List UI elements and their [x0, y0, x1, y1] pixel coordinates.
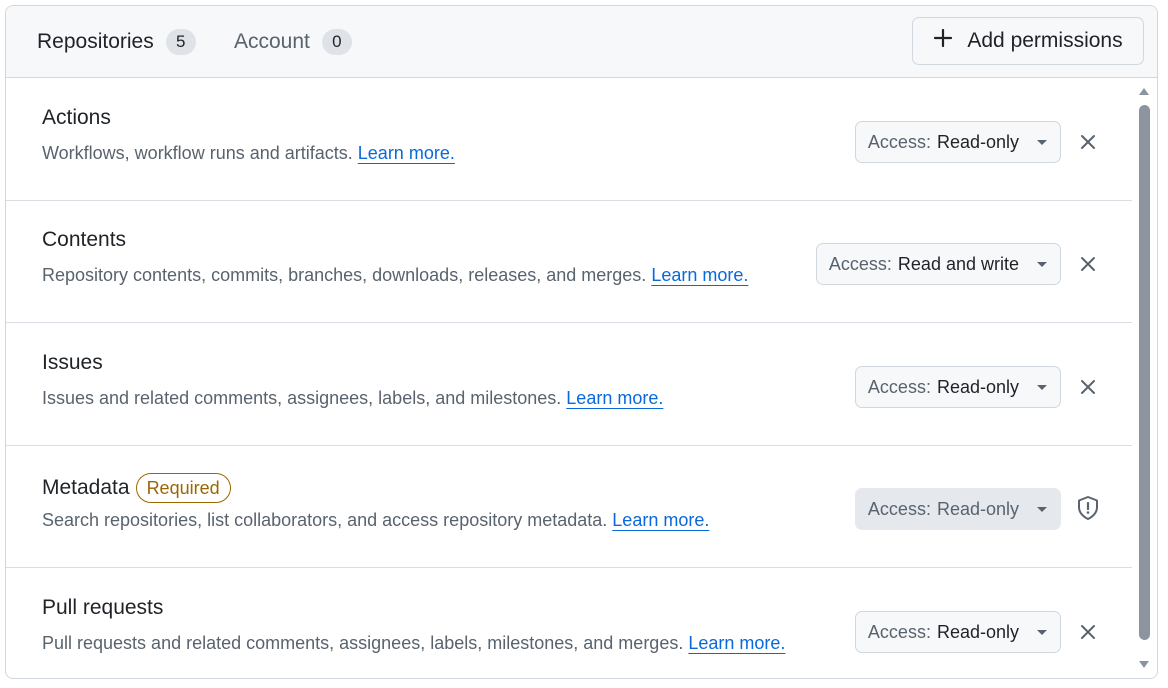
access-dropdown-disabled: Access: Read-only — [854, 488, 1061, 530]
add-permissions-button[interactable]: Add permissions — [912, 17, 1144, 65]
access-value: Read-only — [936, 131, 1019, 152]
access-label: Access: — [867, 131, 931, 152]
tab-counter: 5 — [165, 29, 196, 55]
access-dropdown[interactable]: Access: Read-only — [854, 611, 1061, 653]
remove-permission-button[interactable] — [1076, 620, 1100, 644]
permission-description: Repository contents, commits, branches, … — [42, 265, 748, 286]
permission-row-metadata: Metadata Required Search repositories, l… — [6, 445, 1134, 568]
permission-title-text: Issues — [42, 351, 103, 374]
panel-header: Repositories 5 Account 0 Add permissions — [6, 6, 1157, 78]
access-label: Access: — [828, 253, 892, 274]
access-label: Access: — [867, 376, 931, 397]
permission-description-text: Pull requests and related comments, assi… — [42, 633, 684, 653]
shield-icon — [1075, 495, 1101, 521]
permission-title: Contents — [42, 228, 126, 252]
learn-more-link[interactable]: Learn more. — [358, 143, 455, 163]
access-dropdown[interactable]: Access: Read-only — [854, 366, 1061, 408]
learn-more-link[interactable]: Learn more. — [612, 510, 709, 530]
close-icon — [1081, 380, 1095, 394]
permission-description: Issues and related comments, assignees, … — [42, 388, 663, 409]
access-value: Read-only — [936, 376, 1019, 397]
learn-more-link[interactable]: Learn more. — [688, 633, 785, 653]
caret-down-icon — [1037, 506, 1047, 512]
permission-title: Actions — [42, 106, 111, 130]
permission-title: Pull requests — [42, 596, 163, 620]
scroll-down-arrow-icon[interactable] — [1139, 661, 1149, 668]
permission-row-pull-requests: Pull requests Pull requests and related … — [6, 568, 1134, 678]
close-icon — [1081, 625, 1095, 639]
permission-title-text: Metadata — [42, 476, 130, 499]
remove-permission-button[interactable] — [1076, 375, 1100, 399]
access-value: Read-only — [936, 621, 1019, 642]
permission-title: Metadata Required — [42, 473, 231, 503]
vertical-scrollbar[interactable] — [1132, 78, 1157, 678]
permission-description: Pull requests and related comments, assi… — [42, 633, 785, 654]
access-dropdown[interactable]: Access: Read and write — [815, 243, 1061, 285]
scroll-up-arrow-icon[interactable] — [1139, 88, 1149, 95]
permission-description-text: Issues and related comments, assignees, … — [42, 388, 562, 408]
permission-title-text: Pull requests — [42, 596, 164, 619]
tab-account[interactable]: Account 0 — [234, 27, 352, 57]
learn-more-link[interactable]: Learn more. — [566, 388, 663, 408]
close-icon — [1081, 135, 1095, 149]
permission-title: Issues — [42, 351, 103, 375]
caret-down-icon — [1037, 629, 1047, 635]
permissions-panel: Repositories 5 Account 0 Add permissions… — [5, 5, 1158, 679]
learn-more-link[interactable]: Learn more. — [651, 265, 748, 285]
access-value: Read and write — [897, 253, 1019, 274]
tab-label: Account — [234, 30, 310, 53]
caret-down-icon — [1037, 261, 1047, 267]
required-badge: Required — [135, 473, 231, 503]
tab-repositories[interactable]: Repositories 5 — [37, 27, 196, 57]
permission-description: Workflows, workflow runs and artifacts. … — [42, 143, 455, 164]
caret-down-icon — [1037, 139, 1047, 145]
permission-description-text: Search repositories, list collaborators,… — [42, 510, 608, 530]
permission-description: Search repositories, list collaborators,… — [42, 510, 709, 531]
permission-description-text: Workflows, workflow runs and artifacts. — [42, 143, 353, 163]
permission-row-contents: Contents Repository contents, commits, b… — [6, 200, 1134, 323]
tab-counter: 0 — [321, 29, 352, 55]
permission-row-issues: Issues Issues and related comments, assi… — [6, 323, 1134, 446]
tab-label: Repositories — [37, 30, 154, 53]
access-dropdown[interactable]: Access: Read-only — [854, 121, 1061, 163]
plus-icon — [933, 28, 953, 54]
access-label: Access: — [867, 621, 931, 642]
caret-down-icon — [1037, 384, 1047, 390]
scrollbar-thumb[interactable] — [1139, 105, 1150, 640]
permission-row-actions: Actions Workflows, workflow runs and art… — [6, 78, 1134, 201]
permission-title-text: Contents — [42, 228, 127, 251]
permission-list: Actions Workflows, workflow runs and art… — [6, 78, 1134, 678]
permission-title-text: Actions — [42, 106, 111, 129]
close-icon — [1081, 257, 1095, 271]
add-permissions-label: Add permissions — [967, 29, 1123, 52]
remove-permission-button[interactable] — [1076, 252, 1100, 276]
remove-permission-button[interactable] — [1076, 130, 1100, 154]
access-label: Access: — [867, 498, 931, 519]
access-value: Read-only — [936, 498, 1019, 519]
permission-description-text: Repository contents, commits, branches, … — [42, 265, 647, 285]
